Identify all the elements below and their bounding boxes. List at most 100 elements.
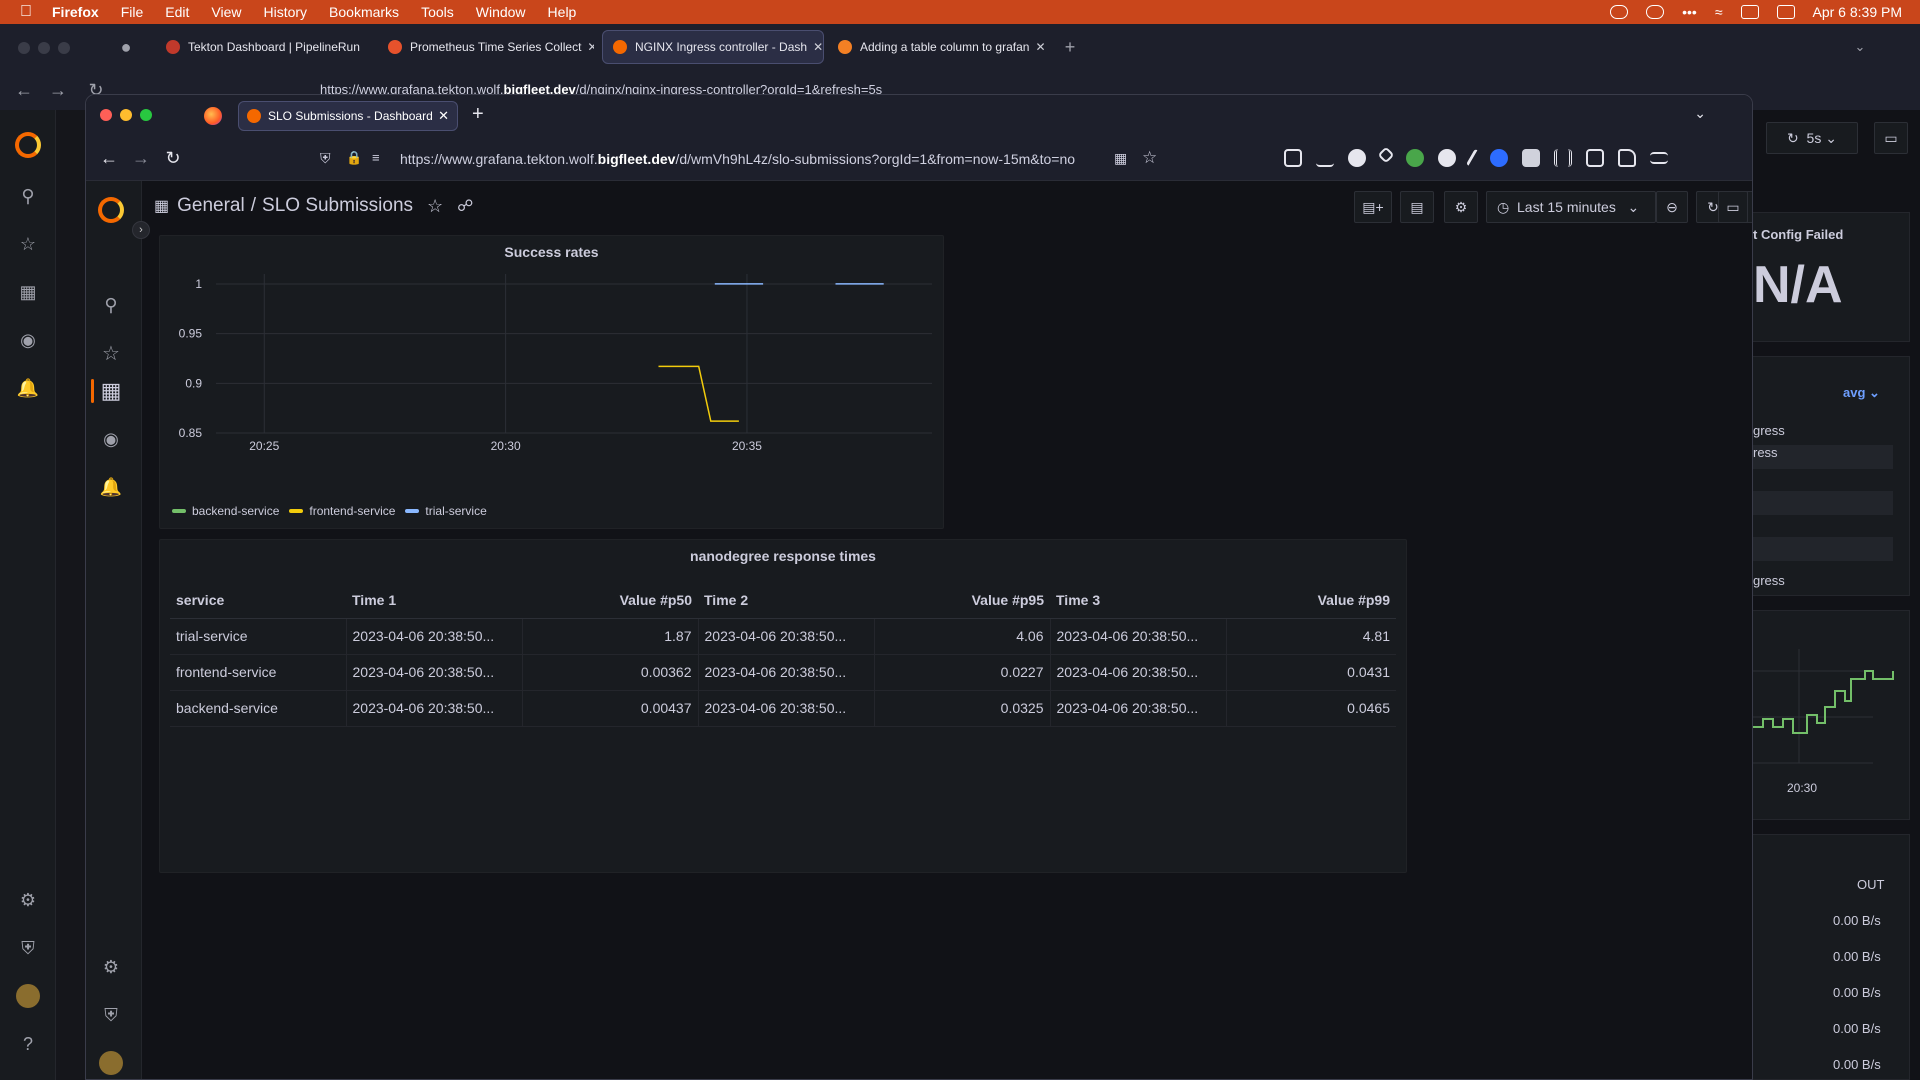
dashboard-settings-button[interactable]: ⚙ — [1444, 191, 1478, 223]
column-header[interactable]: Time 3 — [1050, 582, 1226, 619]
new-tab-icon[interactable]: + — [472, 103, 484, 126]
panel-title[interactable]: nanodegree response times — [160, 548, 1406, 564]
bg-help-icon[interactable]: ? — [16, 1032, 40, 1056]
pocket-icon[interactable] — [1284, 149, 1302, 167]
column-header[interactable]: Value #p99 — [1226, 582, 1396, 619]
user-avatar[interactable] — [99, 1051, 123, 1075]
add-panel-button[interactable]: ▤+ — [1354, 191, 1392, 223]
bg-explore-icon[interactable]: ◉ — [16, 328, 40, 352]
url-field[interactable]: ⛨ 🔒 ≡ https://www.grafana.tekton.wolf.bi… — [314, 144, 1184, 174]
column-header[interactable]: Time 2 — [698, 582, 874, 619]
bg-tab-tekton[interactable]: Tekton Dashboard | PipelineRun✕ — [156, 30, 366, 64]
status-app-icon[interactable] — [1610, 5, 1629, 19]
bg-forward-icon[interactable]: → — [46, 78, 70, 102]
column-header[interactable]: Time 1 — [346, 582, 522, 619]
bg-config-icon[interactable]: ⚙ — [16, 888, 40, 912]
apple-icon[interactable]:  — [0, 3, 52, 21]
bg-tab-adding-column[interactable]: Adding a table column to grafan ✕ — [828, 30, 1044, 64]
menu-tools[interactable]: Tools — [421, 4, 454, 20]
bg-tab-list-icon[interactable]: ⌄ — [1848, 35, 1872, 59]
mark-favorite-star-icon[interactable]: ☆ — [427, 196, 443, 217]
dashboards-icon[interactable]: ▦ — [99, 378, 123, 403]
close-window-button[interactable] — [100, 109, 112, 121]
globe-icon[interactable] — [1646, 5, 1665, 19]
bg-tab-nginx[interactable]: NGINX Ingress controller - Dash ✕ — [602, 30, 824, 64]
legend-item[interactable]: trial-service — [405, 504, 487, 518]
bookmark-star-icon[interactable]: ☆ — [1142, 148, 1157, 168]
bg-refresh-picker[interactable]: ↻ 5s ⌄ — [1766, 122, 1858, 154]
bg-shield-icon[interactable]: ⛨ — [16, 936, 40, 960]
bg-new-tab-icon[interactable]: + — [1058, 35, 1082, 59]
forward-icon[interactable]: → — [130, 148, 152, 169]
library-icon[interactable] — [1554, 149, 1572, 167]
tab-slo-submissions[interactable]: SLO Submissions - Dashboards ✕ — [238, 101, 458, 131]
menu-app[interactable]: Firefox — [52, 4, 99, 20]
bg-search-icon[interactable]: ⚲ — [16, 184, 40, 208]
extension-grid-icon[interactable] — [1586, 149, 1604, 167]
extension-pin-icon[interactable] — [1377, 146, 1395, 164]
grafana-logo-icon[interactable] — [98, 197, 124, 223]
bg-avg-dropdown[interactable]: avg ⌄ — [1843, 385, 1880, 401]
firefox-view-icon[interactable] — [204, 107, 222, 125]
bg-tab-prometheus[interactable]: Prometheus Time Series Collect ✕ — [378, 30, 594, 64]
extension-cloud-icon[interactable] — [1522, 149, 1540, 167]
menubar-clock[interactable]: Apr 6 8:39 PM — [1813, 4, 1903, 20]
explore-compass-icon[interactable]: ◉ — [99, 427, 123, 451]
url-text[interactable]: https://www.grafana.tekton.wolf.bigfleet… — [400, 151, 1100, 167]
close-tab-icon[interactable]: ✕ — [438, 108, 449, 124]
bg-back-icon[interactable]: ← — [12, 78, 36, 102]
bg-tv-mode-button[interactable]: ▭ — [1874, 122, 1908, 154]
response-times-panel[interactable]: nanodegree response times service Time 1… — [159, 539, 1407, 873]
extension-pen-icon[interactable] — [1465, 148, 1481, 168]
wifi-icon[interactable]: ≈ — [1715, 4, 1723, 20]
search-icon[interactable]: ⚲ — [99, 293, 123, 317]
time-range-picker[interactable]: ◷ Last 15 minutes ⌄ — [1486, 191, 1656, 223]
bg-star-icon[interactable]: ☆ — [16, 232, 40, 256]
tv-mode-button[interactable]: ▭ — [1718, 191, 1748, 223]
breadcrumb-folder[interactable]: General — [177, 195, 245, 217]
control-center-icon[interactable] — [1776, 5, 1795, 19]
downloads-icon[interactable] — [1316, 149, 1334, 167]
firefox-view-icon[interactable]: ● — [114, 35, 138, 59]
menu-view[interactable]: View — [211, 4, 241, 20]
share-icon[interactable]: ☍ — [457, 196, 473, 216]
back-icon[interactable]: ← — [98, 148, 120, 169]
legend-item[interactable]: backend-service — [172, 504, 279, 518]
success-rates-panel[interactable]: Success rates 0.85 0.9 0.95 1 20:25 20:30 20:3… — [159, 235, 944, 529]
evernote-icon[interactable] — [1406, 149, 1424, 167]
column-header[interactable]: service — [170, 582, 346, 619]
bg-dashboards-icon[interactable]: ▦ — [16, 280, 40, 304]
menu-bookmarks[interactable]: Bookmarks — [329, 4, 399, 20]
menu-help[interactable]: Help — [548, 4, 577, 20]
lock-icon[interactable]: 🔒 — [346, 150, 362, 166]
menu-edit[interactable]: Edit — [165, 4, 189, 20]
bg-grafana-logo-icon[interactable] — [15, 132, 41, 158]
menu-history[interactable]: History — [263, 4, 307, 20]
zoom-extension-icon[interactable] — [1490, 149, 1508, 167]
menu-window[interactable]: Window — [476, 4, 526, 20]
reload-icon[interactable]: ↻ — [162, 148, 184, 169]
qr-code-icon[interactable]: ▦ — [1114, 150, 1127, 167]
minimize-window-button[interactable] — [120, 109, 132, 121]
permissions-icon[interactable]: ≡ — [372, 150, 380, 165]
save-dashboard-button[interactable]: ▤ — [1400, 191, 1434, 223]
dashboard-title[interactable]: SLO Submissions — [262, 195, 413, 217]
zoom-window-button[interactable] — [140, 109, 152, 121]
tab-list-chevron-icon[interactable]: ⌄ — [1694, 105, 1706, 122]
extension-j-icon[interactable] — [1348, 149, 1366, 167]
bg-alerting-icon[interactable]: 🔔 — [16, 376, 40, 400]
extension-globe-icon[interactable] — [1438, 149, 1456, 167]
menu-file[interactable]: File — [121, 4, 144, 20]
alerting-bell-icon[interactable]: 🔔 — [99, 475, 123, 499]
column-header[interactable]: Value #p50 — [522, 582, 698, 619]
server-admin-shield-icon[interactable]: ⛨ — [99, 1003, 123, 1027]
starred-icon[interactable]: ☆ — [99, 341, 123, 365]
zoom-out-button[interactable]: ⊖ — [1656, 191, 1688, 223]
extensions-puzzle-icon[interactable] — [1618, 149, 1636, 167]
bg-avatar[interactable] — [16, 984, 40, 1008]
more-icon[interactable]: ••• — [1682, 4, 1697, 20]
tracking-shield-icon[interactable]: ⛨ — [320, 150, 331, 167]
column-header[interactable]: Value #p95 — [874, 582, 1050, 619]
configuration-gear-icon[interactable]: ⚙ — [99, 955, 123, 979]
battery-icon[interactable] — [1740, 5, 1759, 19]
